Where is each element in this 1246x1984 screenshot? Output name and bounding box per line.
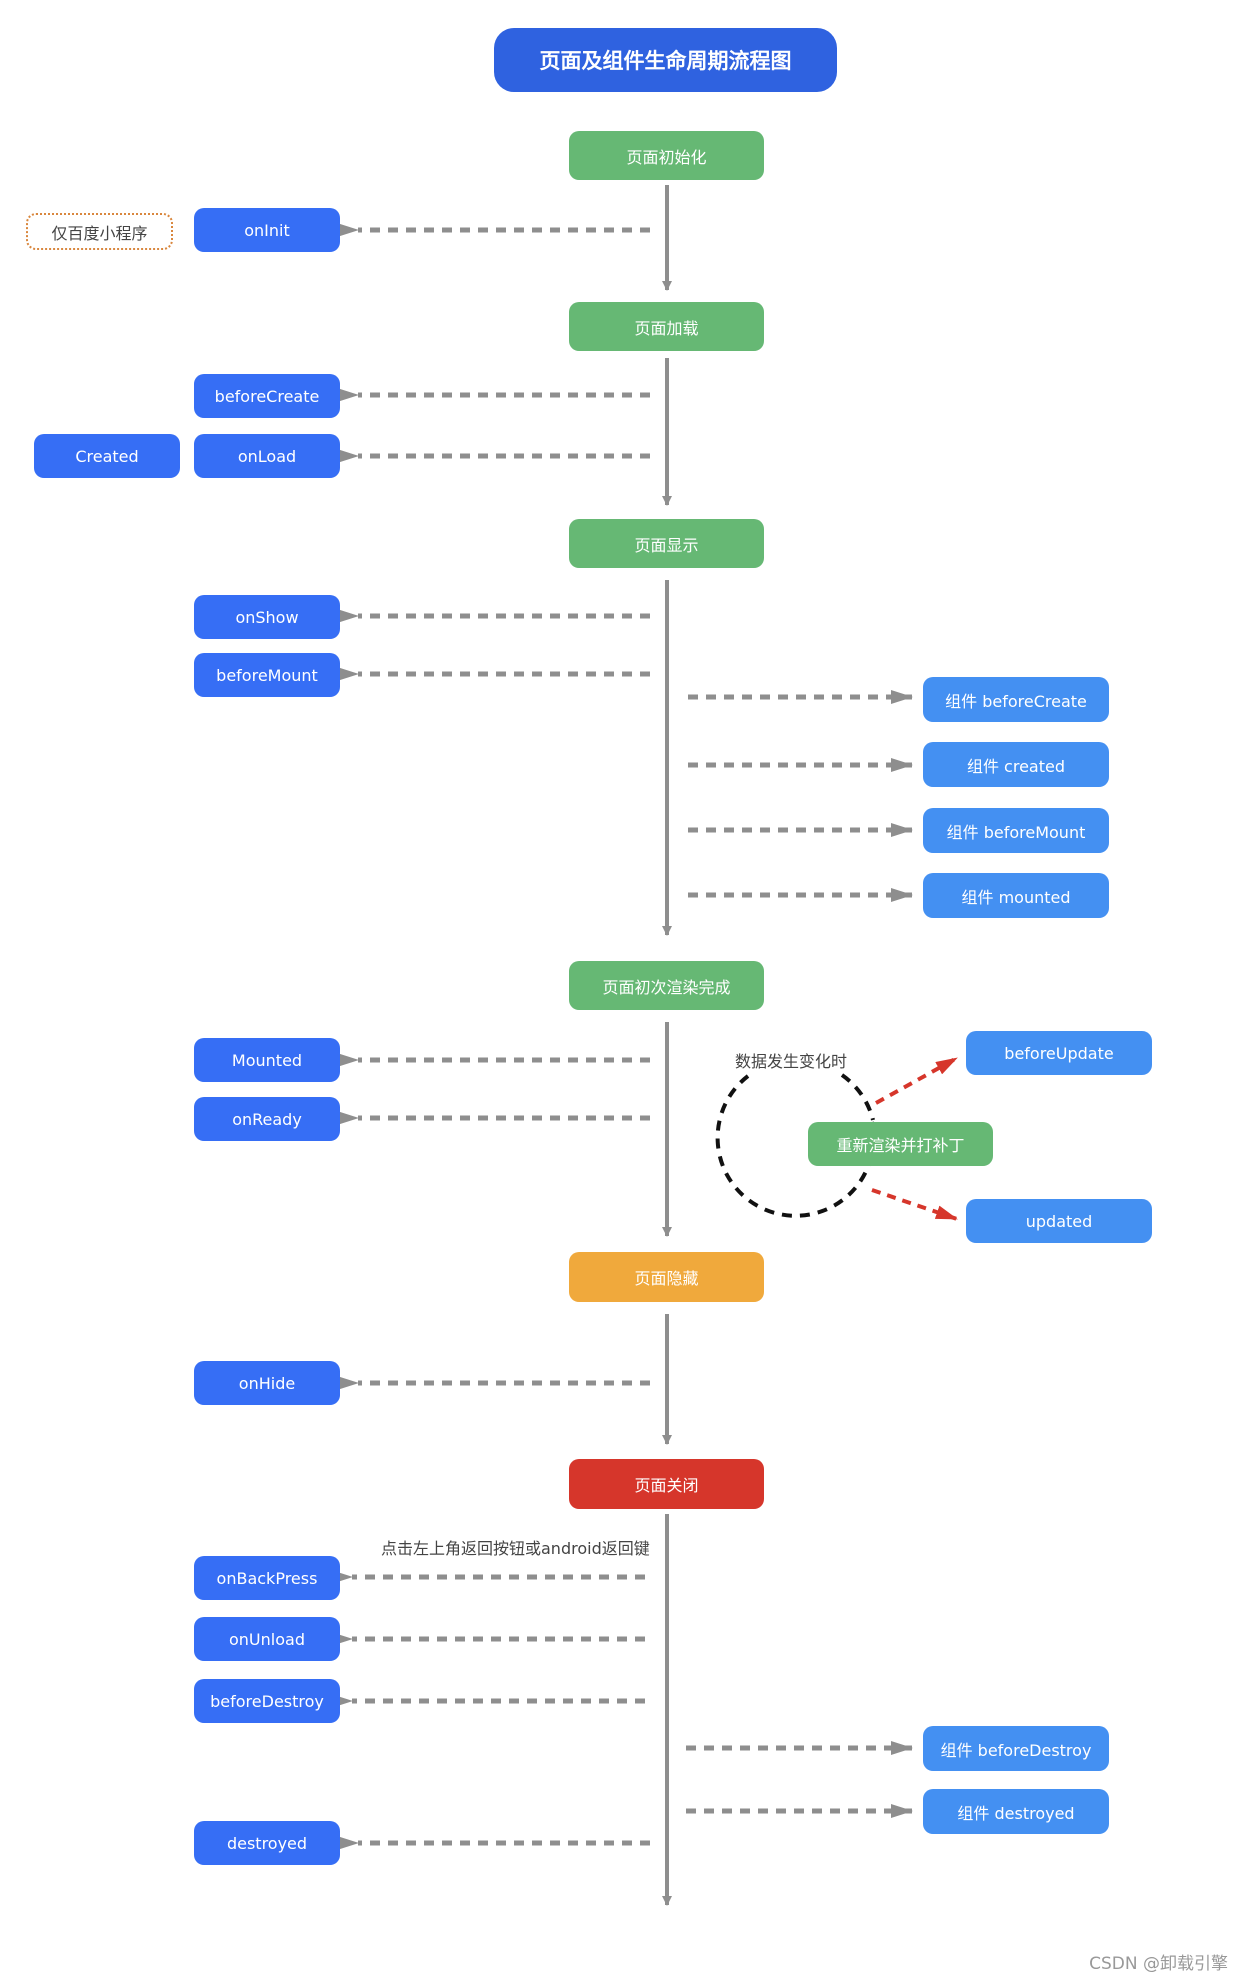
hook-mounted: Mounted [194, 1038, 340, 1082]
diagram-title: 页面及组件生命周期流程图 [494, 28, 837, 92]
watermark: CSDN @卸载引擎 [1089, 1954, 1228, 1974]
comp-hook-beforeCreate: 组件 beforeCreate [923, 677, 1109, 722]
rerender-patch: 重新渲染并打补丁 [808, 1122, 993, 1166]
hook-onHide: onHide [194, 1361, 340, 1405]
hook-onInit: onInit [194, 208, 340, 252]
stage-hide: 页面隐藏 [569, 1252, 764, 1302]
arrow-beforeUpdate [875, 1056, 958, 1105]
stage-show: 页面显示 [569, 519, 764, 568]
comp-hook-mounted: 组件 mounted [923, 873, 1109, 918]
arrow-updated [871, 1188, 958, 1221]
comp-hook-created: 组件 created [923, 742, 1109, 787]
stage-load: 页面加载 [569, 302, 764, 351]
hook-destroyed: destroyed [194, 1821, 340, 1865]
stage-init: 页面初始化 [569, 131, 764, 180]
hook-onUnload: onUnload [194, 1617, 340, 1661]
comp-hook-beforeDestroy: 组件 beforeDestroy [923, 1726, 1109, 1771]
update-cycle-loop-upper [840, 1073, 875, 1121]
back-press-note: 点击左上角返回按钮或android返回键 [381, 1539, 650, 1558]
stage-first-render: 页面初次渲染完成 [569, 961, 764, 1010]
hook-beforeUpdate: beforeUpdate [966, 1031, 1152, 1075]
hook-updated: updated [966, 1199, 1152, 1243]
hook-onShow: onShow [194, 595, 340, 639]
comp-hook-destroyed: 组件 destroyed [923, 1789, 1109, 1834]
hook-onBackPress: onBackPress [194, 1556, 340, 1600]
hook-onLoad: onLoad [194, 434, 340, 478]
stage-close: 页面关闭 [569, 1459, 764, 1509]
hook-beforeDestroy: beforeDestroy [194, 1679, 340, 1723]
hook-created: Created [34, 434, 180, 478]
hook-onReady: onReady [194, 1097, 340, 1141]
comp-hook-beforeMount: 组件 beforeMount [923, 808, 1109, 853]
note-baidu-only: 仅百度小程序 [26, 213, 173, 250]
hook-beforeMount: beforeMount [194, 653, 340, 697]
update-trigger-label: 数据发生变化时 [735, 1052, 848, 1071]
hook-beforeCreate: beforeCreate [194, 374, 340, 418]
